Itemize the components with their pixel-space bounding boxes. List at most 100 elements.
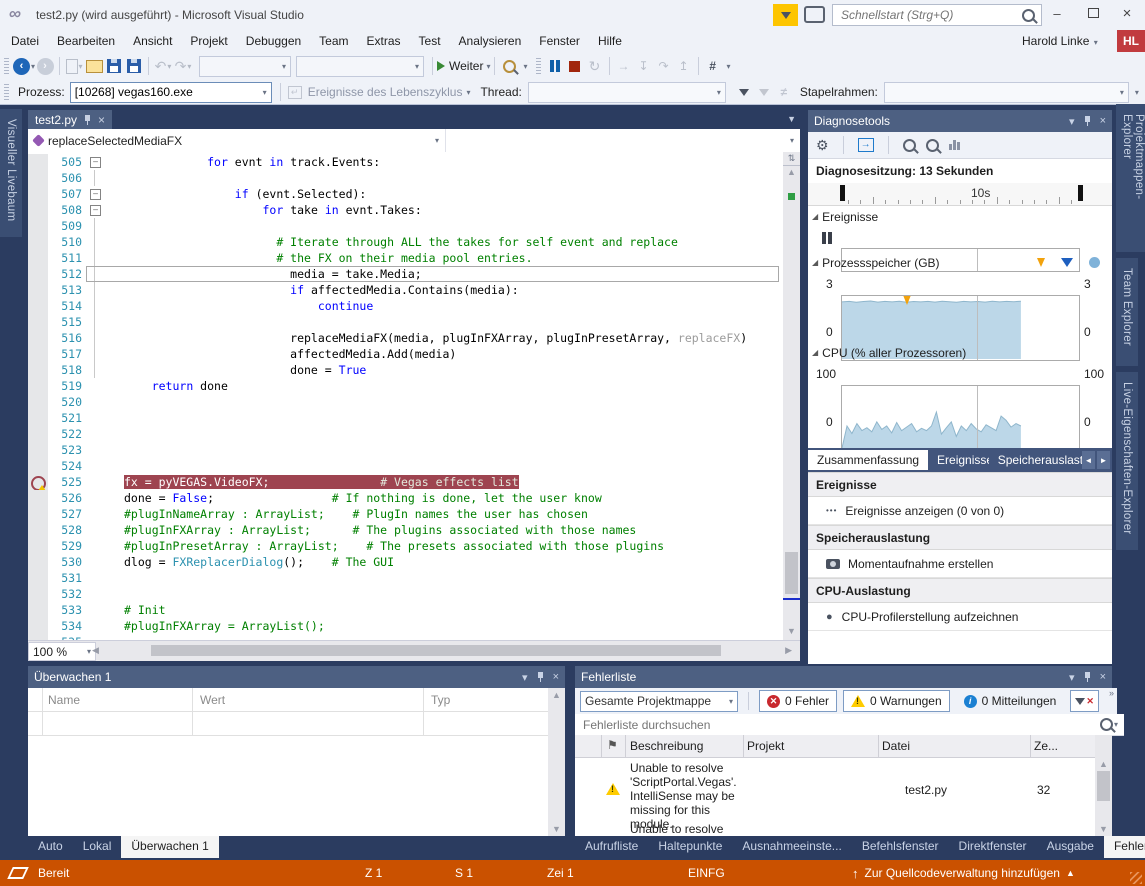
toolbar-overflow-icon[interactable]: ▾ [1135, 88, 1139, 97]
undo-button[interactable]: ↶▾ [153, 55, 173, 77]
code-line-514[interactable]: 514 continue [28, 298, 783, 314]
show-threads-in-source-button[interactable]: ≠ [774, 81, 794, 103]
quick-launch-input[interactable] [839, 7, 1022, 23]
fold-margin[interactable] [86, 522, 104, 538]
hscrollbar-thumb[interactable] [151, 645, 721, 656]
fold-collapse-icon[interactable]: – [90, 205, 101, 216]
breakpoint-margin[interactable] [28, 154, 48, 170]
menu-item-analysieren[interactable]: Analysieren [450, 31, 531, 51]
reset-filter-button[interactable] [754, 81, 774, 103]
save-all-button[interactable] [124, 55, 144, 77]
left-rail-tab[interactable]: Visueller Livebaum [0, 109, 22, 237]
code-line-530[interactable]: 530dlog = FXReplacerDialog(); # The GUI [28, 554, 783, 570]
breakpoint-margin[interactable] [28, 506, 48, 522]
breakpoint-margin[interactable] [28, 314, 48, 330]
scroll-up-icon[interactable]: ▲ [1095, 757, 1112, 771]
collapse-icon[interactable]: ◢ [812, 348, 818, 357]
fold-margin[interactable] [86, 426, 104, 442]
fold-margin[interactable] [86, 618, 104, 634]
user-account-button[interactable]: Harold Linke ▾ [1022, 34, 1098, 48]
code-line-518[interactable]: 518 done = True [28, 362, 783, 378]
watch-title-bar[interactable]: Überwachen 1 ▾× [28, 666, 565, 688]
fold-margin[interactable] [86, 250, 104, 266]
step-over-button[interactable]: ↷ [654, 55, 674, 77]
breakpoint-margin[interactable] [28, 330, 48, 346]
bottom-tab-direktfenster[interactable]: Direktfenster [949, 836, 1037, 858]
bottom-tab-ausnahmeeinste-[interactable]: Ausnahmeeinste... [732, 836, 851, 858]
error-row[interactable]: Unable to resolve [575, 821, 1095, 836]
error-grid[interactable]: ⚑ Beschreibung Projekt Datei Ze... Unabl… [575, 735, 1112, 836]
code-line-515[interactable]: 515 [28, 314, 783, 330]
diag-tab-zusammenfassung[interactable]: Zusammenfassung [808, 450, 928, 470]
code-line-507[interactable]: 507– if (evnt.Selected): [28, 186, 783, 202]
process-combo[interactable]: [10268] vegas160.exe▾ [70, 82, 272, 103]
code-line-505[interactable]: 505– for evnt in track.Events: [28, 154, 783, 170]
bottom-tab-aufrufliste[interactable]: Aufrufliste [575, 836, 648, 858]
toolbar-overflow-icon[interactable]: ▾ [523, 62, 527, 71]
add-to-source-control-button[interactable]: ↑ Zur Quellcodeverwaltung hinzufügen ▲ [852, 866, 1075, 881]
find-in-files-button[interactable] [499, 55, 519, 77]
step-into-button[interactable]: ↧ [634, 55, 654, 77]
pin-icon[interactable] [536, 672, 545, 682]
code-line-519[interactable]: 519 return done [28, 378, 783, 394]
open-file-button[interactable] [84, 55, 104, 77]
bottom-tab-befehlsfenster[interactable]: Befehlsfenster [852, 836, 949, 858]
close-icon[interactable]: × [553, 671, 559, 683]
error-list-title-bar[interactable]: Fehlerliste ▾× [575, 666, 1112, 688]
code-line-521[interactable]: 521 [28, 410, 783, 426]
fold-margin[interactable] [86, 474, 104, 490]
fold-margin[interactable] [86, 282, 104, 298]
document-list-dropdown-icon[interactable]: ▼ [787, 114, 796, 124]
lifecycle-events-icon[interactable]: ↵ [285, 81, 305, 103]
code-line-526[interactable]: 526done = False; # If nothing is done, l… [28, 490, 783, 506]
settings-gear-icon[interactable]: ⚙ [816, 137, 829, 154]
watch-grid[interactable]: Name Wert Typ ▲ ▼ [28, 688, 565, 836]
menu-item-fenster[interactable]: Fenster [530, 31, 589, 51]
breakpoint-margin[interactable] [28, 426, 48, 442]
fold-margin[interactable] [86, 442, 104, 458]
fold-margin[interactable] [86, 538, 104, 554]
close-icon[interactable]: × [1100, 671, 1106, 683]
zoom-out-icon[interactable] [926, 139, 939, 152]
breakpoint-margin[interactable] [28, 346, 48, 362]
zoom-control[interactable]: 100 %▾ [28, 642, 96, 661]
feedback-smiley-icon[interactable] [804, 6, 825, 23]
editor-vertical-scrollbar[interactable]: ⇅ ▲ ▼ [783, 152, 800, 640]
step-out-button[interactable]: ↥ [674, 55, 694, 77]
tab-scroll-left-icon[interactable]: ◄ [1082, 451, 1095, 469]
bottom-tab-ausgabe[interactable]: Ausgabe [1037, 836, 1104, 858]
menu-item-team[interactable]: Team [310, 31, 357, 51]
send-feedback-filter-button[interactable] [773, 4, 798, 26]
watch-tab-lokal[interactable]: Lokal [73, 836, 122, 858]
code-line-511[interactable]: 511 # the FX on their media pool entries… [28, 250, 783, 266]
breakpoint-margin[interactable] [28, 602, 48, 618]
diagnostics-title-bar[interactable]: Diagnosetools ▾× [808, 110, 1112, 132]
scrollbar-thumb[interactable] [1097, 771, 1110, 801]
window-menu-icon[interactable]: ▾ [1069, 671, 1075, 684]
fold-margin[interactable] [86, 570, 104, 586]
thread-combo[interactable]: ▾ [528, 82, 726, 103]
breakpoint-margin[interactable] [28, 362, 48, 378]
new-file-button[interactable]: ▾ [64, 55, 84, 77]
pin-icon[interactable] [83, 115, 92, 125]
code-line-531[interactable]: 531 [28, 570, 783, 586]
toolbar-overflow-icon[interactable]: » [1109, 688, 1114, 698]
fold-margin[interactable] [86, 346, 104, 362]
code-line-533[interactable]: 533# Init [28, 602, 783, 618]
timeline-ruler[interactable]: 10s [808, 183, 1112, 206]
col-datei[interactable]: Datei [882, 739, 910, 753]
close-tab-icon[interactable]: × [98, 113, 105, 127]
breakpoint-margin[interactable] [28, 378, 48, 394]
stackframe-combo[interactable]: ▾ [884, 82, 1129, 103]
fold-margin[interactable] [86, 394, 104, 410]
type-dropdown[interactable]: ▾ [446, 129, 800, 152]
menu-item-hilfe[interactable]: Hilfe [589, 31, 631, 51]
zoom-in-icon[interactable] [903, 139, 916, 152]
code-line-532[interactable]: 532 [28, 586, 783, 602]
menu-item-test[interactable]: Test [410, 31, 450, 51]
breakpoint-margin[interactable] [28, 394, 48, 410]
export-session-icon[interactable]: → [858, 138, 874, 152]
scroll-up-icon[interactable]: ▲ [548, 688, 565, 702]
error-search-box[interactable]: ▾ [575, 714, 1124, 736]
navigate-forward-button[interactable]: › [35, 55, 55, 77]
